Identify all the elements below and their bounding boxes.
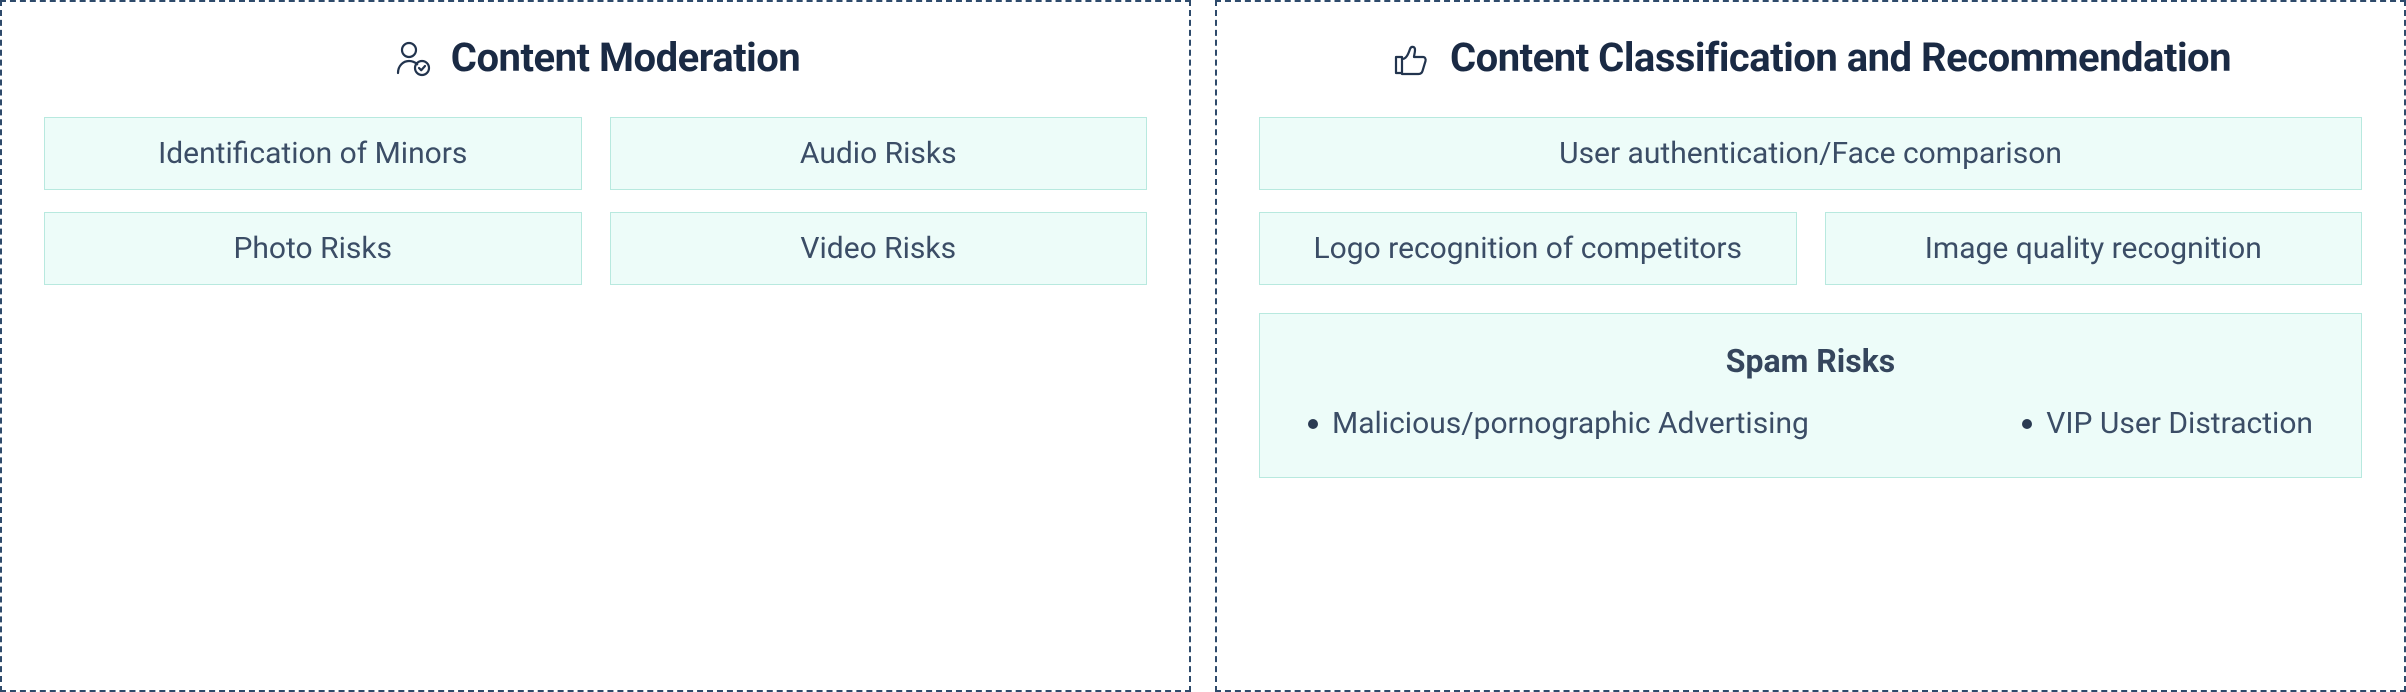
content-moderation-grid: Identification of Minors Audio Risks Pho… bbox=[44, 117, 1147, 285]
content-moderation-panel: Content Moderation Identification of Min… bbox=[0, 0, 1191, 692]
risk-box-identification-minors: Identification of Minors bbox=[44, 117, 582, 190]
risk-box-video-risks: Video Risks bbox=[610, 212, 1148, 285]
content-moderation-title: Content Moderation bbox=[451, 34, 800, 81]
box-logo-recognition: Logo recognition of competitors bbox=[1259, 212, 1797, 285]
risk-box-photo-risks: Photo Risks bbox=[44, 212, 582, 285]
spam-risks-box: Spam Risks Malicious/pornographic Advert… bbox=[1259, 313, 2362, 478]
risk-box-audio-risks: Audio Risks bbox=[610, 117, 1148, 190]
content-classification-header: Content Classification and Recommendatio… bbox=[1259, 34, 2362, 81]
spam-risks-list: Malicious/pornographic Advertising VIP U… bbox=[1308, 406, 2313, 441]
thumbs-up-icon bbox=[1390, 37, 1432, 79]
box-image-quality: Image quality recognition bbox=[1825, 212, 2363, 285]
person-check-icon bbox=[391, 37, 433, 79]
content-moderation-header: Content Moderation bbox=[44, 34, 1147, 81]
content-classification-panel: Content Classification and Recommendatio… bbox=[1215, 0, 2406, 692]
content-classification-body: User authentication/Face comparison Logo… bbox=[1259, 117, 2362, 478]
spam-bullet-vip: VIP User Distraction bbox=[2022, 406, 2313, 441]
box-user-authentication: User authentication/Face comparison bbox=[1259, 117, 2362, 190]
content-classification-grid: Logo recognition of competitors Image qu… bbox=[1259, 212, 2362, 285]
spam-bullet-malicious: Malicious/pornographic Advertising bbox=[1308, 406, 1809, 441]
content-classification-title: Content Classification and Recommendatio… bbox=[1450, 34, 2231, 81]
spam-risks-title: Spam Risks bbox=[1308, 342, 2313, 380]
